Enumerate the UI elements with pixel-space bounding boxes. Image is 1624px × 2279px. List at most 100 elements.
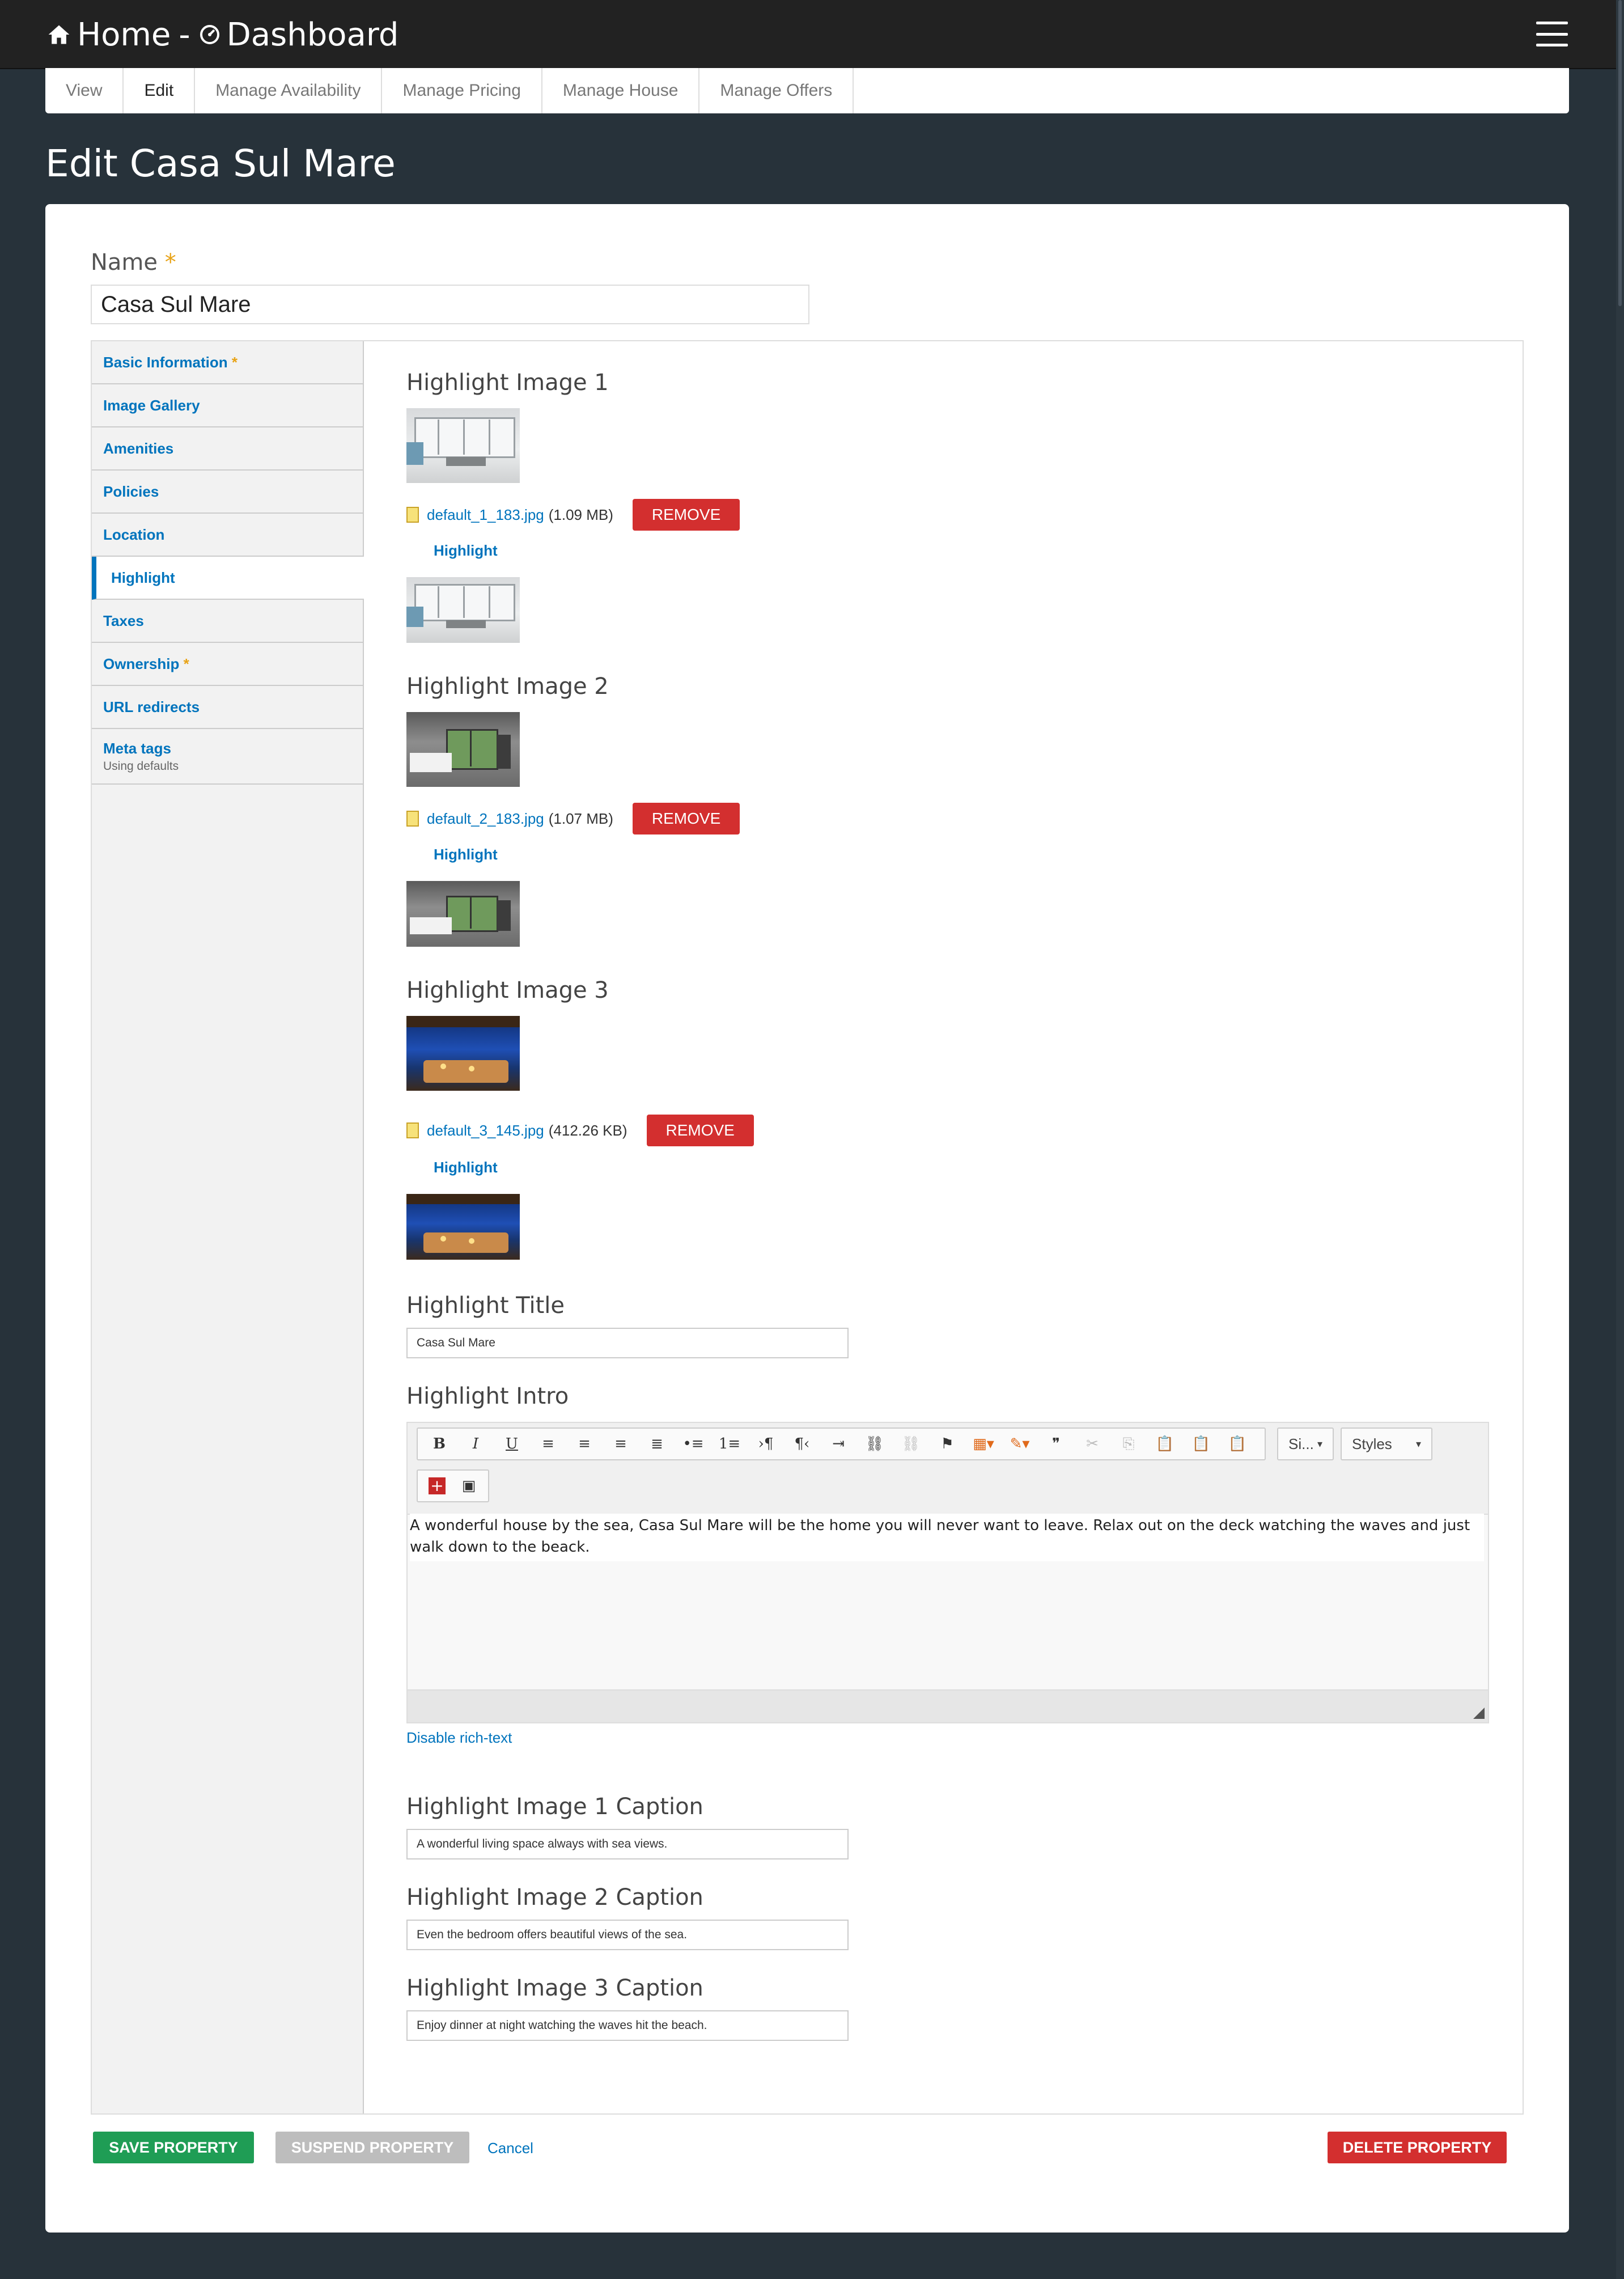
tab-edit[interactable]: Edit	[124, 68, 196, 113]
vtab-policies[interactable]: Policies	[92, 471, 363, 514]
image-icon[interactable]: ▣	[453, 1472, 485, 1500]
bulleted-list-icon[interactable]: •≡	[675, 1430, 711, 1458]
highlight-image-2-remove-button[interactable]: REMOVE	[632, 803, 740, 834]
cut-icon[interactable]: ✂	[1074, 1430, 1110, 1458]
page-scrollbar[interactable]	[1616, 0, 1624, 2279]
highlight-intro-text[interactable]: A wonderful house by the sea, Casa Sul M…	[410, 1514, 1484, 1561]
ltr-icon[interactable]: ›¶	[748, 1430, 784, 1458]
cancel-link[interactable]: Cancel	[487, 2140, 533, 2157]
font-size-dropdown[interactable]: Si... ▾	[1277, 1427, 1334, 1460]
highlight-image-3-file-row: default_3_145.jpg (412.26 KB) REMOVE	[406, 1115, 754, 1146]
delete-property-button[interactable]: DELETE PROPERTY	[1328, 2132, 1507, 2163]
highlight-image-2-preview-label: Highlight	[434, 846, 498, 863]
numbered-list-icon[interactable]: 1≡	[711, 1430, 748, 1458]
highlight-image-2-file-row: default_2_183.jpg (1.07 MB) REMOVE	[406, 803, 740, 834]
caption-3-label: Highlight Image 3 Caption	[406, 1975, 703, 2001]
home-icon[interactable]	[46, 22, 71, 47]
highlight-image-3-remove-button[interactable]: REMOVE	[646, 1115, 754, 1146]
highlight-title-label: Highlight Title	[406, 1293, 565, 1319]
tab-manage-availability[interactable]: Manage Availability	[195, 68, 383, 113]
highlight-image-1-file-link[interactable]: default_1_183.jpg	[427, 506, 544, 524]
highlight-image-1-preview	[406, 577, 520, 643]
caption-2-label: Highlight Image 2 Caption	[406, 1884, 703, 1911]
breadcrumb-home-dashboard: Home - Dashboard	[46, 15, 398, 54]
table-icon[interactable]: ▦▾	[965, 1430, 1002, 1458]
caption-1-input[interactable]: A wonderful living space always with sea…	[406, 1829, 849, 1859]
toolbar-media-group: + ▣	[417, 1469, 489, 1502]
align-justify-icon[interactable]: ≣	[639, 1430, 675, 1458]
tab-manage-offers[interactable]: Manage Offers	[699, 68, 854, 113]
highlight-image-3-file-link[interactable]: default_3_145.jpg	[427, 1122, 544, 1140]
highlight-image-3-thumbnail	[406, 1016, 520, 1091]
align-center-icon[interactable]: ≡	[566, 1430, 603, 1458]
editor-content-area[interactable]: A wonderful house by the sea, Casa Sul M…	[408, 1514, 1488, 1701]
caption-3-input[interactable]: Enjoy dinner at night watching the waves…	[406, 2010, 849, 2041]
vtab-url-redirects[interactable]: URL redirects	[92, 686, 363, 729]
copy-icon[interactable]: ⎘	[1110, 1430, 1147, 1458]
required-marker: *	[164, 249, 176, 276]
tab-manage-pricing[interactable]: Manage Pricing	[382, 68, 542, 113]
vtab-location[interactable]: Location	[92, 514, 363, 557]
dashboard-icon	[200, 25, 219, 44]
name-input[interactable]: Casa Sul Mare	[91, 285, 809, 324]
unlink-icon[interactable]: ⛓	[893, 1430, 929, 1458]
resize-handle-icon[interactable]	[1473, 1708, 1485, 1719]
tab-manage-house[interactable]: Manage House	[542, 68, 700, 113]
highlight-image-3-preview	[406, 1194, 520, 1260]
vertical-tabs-menu: Basic Information * Image Gallery Amenit…	[92, 341, 364, 2113]
editor-status-bar	[408, 1689, 1488, 1722]
highlight-title-input[interactable]: Casa Sul Mare	[406, 1328, 849, 1358]
save-property-button[interactable]: SAVE PROPERTY	[93, 2132, 254, 2163]
highlight-image-2-preview	[406, 881, 520, 947]
menu-toggle-icon[interactable]	[1536, 22, 1568, 46]
bold-icon[interactable]: B	[421, 1430, 457, 1458]
blockquote-icon[interactable]: ❞	[1038, 1430, 1074, 1458]
vtab-ownership[interactable]: Ownership *	[92, 643, 363, 686]
dashboard-link[interactable]: Dashboard	[227, 16, 399, 53]
vtab-basic-information[interactable]: Basic Information *	[92, 341, 363, 384]
paste-text-icon[interactable]: 📋	[1183, 1430, 1219, 1458]
align-left-icon[interactable]: ≡	[530, 1430, 566, 1458]
highlight-image-1-preview-label: Highlight	[434, 542, 498, 559]
highlight-image-3-preview-label: Highlight	[434, 1159, 498, 1176]
vtab-taxes[interactable]: Taxes	[92, 600, 363, 643]
caption-2-input[interactable]: Even the bedroom offers beautiful views …	[406, 1920, 849, 1950]
vtab-amenities[interactable]: Amenities	[92, 427, 363, 471]
highlight-image-1-title: Highlight Image 1	[406, 370, 609, 396]
styles-dropdown[interactable]: Styles ▾	[1341, 1427, 1432, 1460]
highlight-image-2-file-size: (1.07 MB)	[548, 810, 613, 827]
edit-form-card: Name * Casa Sul Mare Basic Information *…	[45, 204, 1569, 2233]
suspend-property-button[interactable]: SUSPEND PROPERTY	[275, 2132, 469, 2163]
italic-icon[interactable]: I	[457, 1430, 494, 1458]
home-link[interactable]: Home	[77, 16, 171, 53]
disable-rich-text-link[interactable]: Disable rich-text	[406, 1729, 512, 1747]
image-file-icon	[406, 811, 419, 827]
image-file-icon	[406, 507, 419, 523]
tab-view[interactable]: View	[45, 68, 124, 113]
highlight-image-2-title: Highlight Image 2	[406, 673, 609, 700]
highlight-image-2-file-link[interactable]: default_2_183.jpg	[427, 810, 544, 828]
highlight-image-3-file-size: (412.26 KB)	[548, 1121, 627, 1139]
link-icon[interactable]: ⛓	[856, 1430, 893, 1458]
name-label: Name *	[91, 249, 176, 276]
primary-tabs: View Edit Manage Availability Manage Pri…	[45, 68, 1569, 113]
anchor-flag-icon[interactable]: ⚑	[929, 1430, 965, 1458]
underline-icon[interactable]: U	[494, 1430, 530, 1458]
rtl-icon[interactable]: ¶‹	[784, 1430, 820, 1458]
vtab-meta-tags[interactable]: Meta tags Using defaults	[92, 729, 363, 785]
highlight-intro-label: Highlight Intro	[406, 1383, 569, 1409]
highlight-panel: Highlight Image 1 default_1_183.jpg (1.0…	[406, 341, 1512, 2110]
indent-icon[interactable]: ⇥	[820, 1430, 856, 1458]
vtab-image-gallery[interactable]: Image Gallery	[92, 384, 363, 427]
vtab-highlight[interactable]: Highlight	[92, 557, 364, 600]
top-navbar: Home - Dashboard	[0, 0, 1624, 69]
editor-toolbar: B I U ≡ ≡ ≡ ≣ •≡ 1≡ ›¶ ¶‹ ⇥ ⛓ ⛓ ⚑ ▦▾ ✎▾ …	[408, 1423, 1488, 1515]
paste-icon[interactable]: 📋	[1147, 1430, 1183, 1458]
toolbar-button-group: B I U ≡ ≡ ≡ ≣ •≡ 1≡ ›¶ ¶‹ ⇥ ⛓ ⛓ ⚑ ▦▾ ✎▾ …	[417, 1427, 1266, 1460]
add-media-icon[interactable]: +	[421, 1472, 453, 1500]
highlight-image-1-remove-button[interactable]: REMOVE	[632, 499, 740, 531]
highlight-image-1-file-size: (1.09 MB)	[548, 506, 613, 523]
paste-word-icon[interactable]: 📋	[1219, 1430, 1256, 1458]
text-color-icon[interactable]: ✎▾	[1002, 1430, 1038, 1458]
align-right-icon[interactable]: ≡	[603, 1430, 639, 1458]
